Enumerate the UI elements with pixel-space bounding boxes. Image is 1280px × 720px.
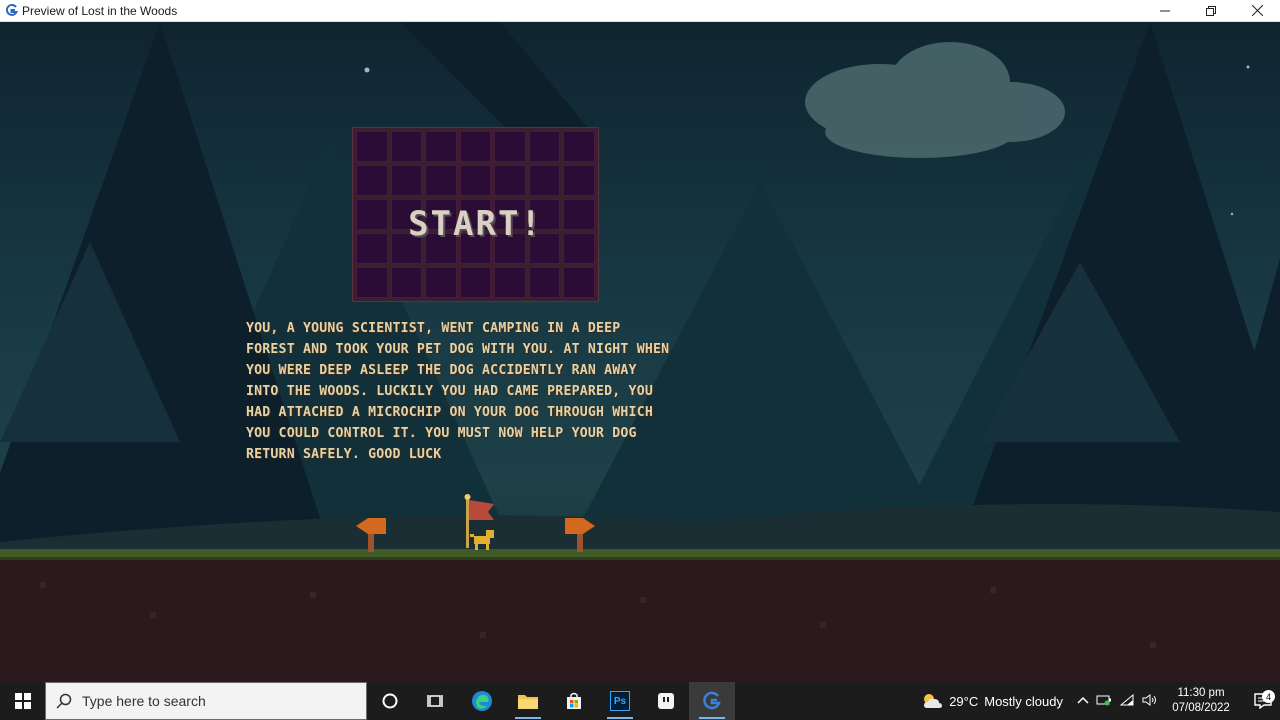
start-panel-tile [563,165,595,196]
story-line: RETURN SAFELY. GOOD LUCK [246,447,442,462]
notification-count-badge: 4 [1262,690,1275,703]
wifi-icon[interactable] [1119,693,1135,709]
task-view-icon[interactable] [413,682,459,720]
story-line: INTO THE WOODS. LUCKILY YOU HAD CAME PRE… [246,384,653,399]
windows-start-icon[interactable] [0,682,45,720]
chevron-up-icon[interactable] [1077,694,1089,708]
start-panel-tile [494,165,526,196]
story-line: YOU, A YOUNG SCIENTIST, WENT CAMPING IN … [246,321,621,336]
start-panel-tile [459,165,492,196]
search-placeholder: Type here to search [82,693,206,709]
clock-date: 07/08/2022 [1172,702,1230,714]
photoshop-icon[interactable]: Ps [597,682,643,720]
window-title-bar: Preview of Lost in the Woods [0,0,1280,22]
story-text: YOU, A YOUNG SCIENTIST, WENT CAMPING IN … [246,318,816,465]
store-icon[interactable] [551,682,597,720]
speaker-icon[interactable] [1142,693,1158,709]
start-panel-tile [459,267,492,298]
partly-cloudy-icon [924,694,943,708]
start-panel-tile [390,267,423,298]
start-panel-tile [390,165,423,196]
taskbar: Type here to search Ps 29°C Mostly cloud… [0,682,1280,720]
clock-time: 11:30 pm [1177,687,1225,699]
start-panel-tile [528,131,561,162]
start-panel-tile [563,131,595,162]
gamemaker-icon[interactable] [689,682,735,720]
start-panel-tile [356,267,388,298]
gamemaker-app-icon [4,4,18,18]
signpost-left-sprite [356,518,386,552]
story-line: HAD ATTACHED A MICROCHIP ON YOUR DOG THR… [246,405,653,420]
file-explorer-icon[interactable] [505,682,551,720]
story-line: YOU COULD CONTROL IT. YOU MUST NOW HELP … [246,426,637,441]
taskbar-clock[interactable]: 11:30 pm 07/08/2022 [1166,686,1236,716]
game-viewport[interactable]: START! YOU, A YOUNG SCIENTIST, WENT CAMP… [0,22,1280,682]
notification-center-icon[interactable]: 4 [1246,690,1280,709]
edge-icon[interactable] [459,682,505,720]
story-line: FOREST AND TOOK YOUR PET DOG WITH YOU. A… [246,342,670,357]
start-button[interactable]: START! [352,201,599,247]
start-panel-tile [425,165,457,196]
system-tray: 29°C Mostly cloudy 11:30 pm 07/08/2022 4 [921,682,1280,720]
window-title: Preview of Lost in the Woods [22,3,178,18]
signpost-right-sprite [565,518,595,552]
start-panel-tile [494,267,526,298]
start-panel-tile [494,131,526,162]
taskbar-search-box[interactable]: Type here to search [45,682,367,720]
start-panel-tile [356,165,388,196]
weather-widget[interactable]: 29°C Mostly cloudy [921,692,1063,710]
start-panel-tile [459,131,492,162]
cortana-icon[interactable] [367,682,413,720]
battery-icon[interactable] [1096,694,1112,709]
close-icon[interactable] [1234,0,1280,22]
restore-icon[interactable] [1188,0,1234,22]
weather-temp: 29°C [949,693,979,709]
minimize-icon[interactable] [1142,0,1188,22]
start-panel-tile [425,131,457,162]
weather-desc: Mostly cloudy [984,693,1063,709]
notes-app-icon[interactable] [643,682,689,720]
start-panel-tile [528,165,561,196]
search-icon [46,693,82,709]
start-panel-tile [563,267,595,298]
start-panel-tile [528,267,561,298]
start-panel-tile [356,131,388,162]
flag-and-dog-sprite [464,494,494,550]
start-panel-tile [390,131,423,162]
start-panel-tile [425,267,457,298]
story-line: YOU WERE DEEP ASLEEP THE DOG ACCIDENTLY … [246,363,637,378]
